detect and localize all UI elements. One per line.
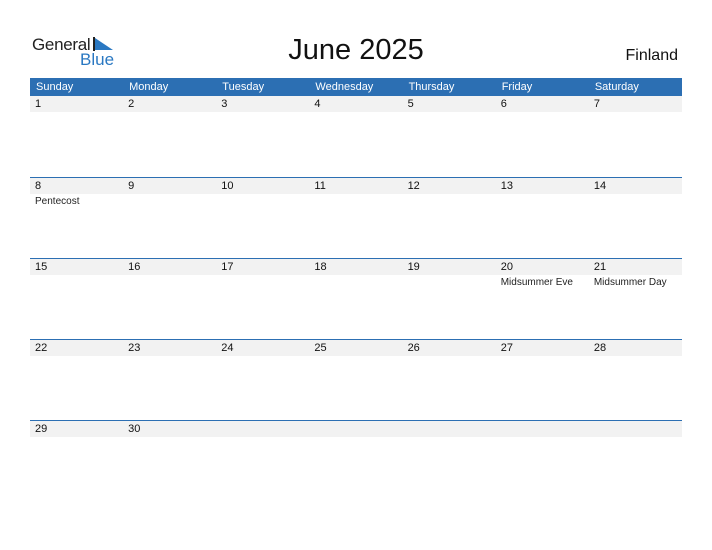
holiday-label bbox=[216, 275, 309, 288]
holiday-label bbox=[123, 112, 216, 114]
holiday-band: Midsummer Eve Midsummer Day bbox=[30, 275, 682, 288]
holiday-label bbox=[216, 194, 309, 207]
holiday-label bbox=[309, 112, 402, 114]
day-number: 16 bbox=[128, 261, 141, 273]
holiday-band bbox=[30, 437, 682, 439]
day-number bbox=[496, 421, 589, 437]
holiday-label bbox=[309, 194, 402, 207]
holiday-label bbox=[309, 437, 402, 439]
holiday-label bbox=[589, 112, 682, 114]
day-number: 23 bbox=[128, 342, 141, 354]
day-number: 4 bbox=[314, 98, 321, 110]
day-number: 8 bbox=[35, 180, 42, 192]
day-number: 7 bbox=[593, 98, 600, 110]
day-number bbox=[216, 421, 309, 437]
day-number: 13 bbox=[500, 180, 513, 192]
holiday-label: Midsummer Eve bbox=[500, 277, 573, 288]
calendar-grid: Sunday Monday Tuesday Wednesday Thursday… bbox=[30, 78, 682, 501]
holiday-label bbox=[123, 194, 216, 207]
holiday-label bbox=[403, 437, 496, 439]
holiday-label: Midsummer Day bbox=[593, 277, 667, 288]
day-number: 11 bbox=[314, 180, 326, 192]
country-label: Finland bbox=[625, 47, 678, 64]
weekday-tuesday: Tuesday bbox=[222, 81, 265, 93]
day-number: 19 bbox=[407, 261, 420, 273]
holiday-label bbox=[403, 112, 496, 114]
holiday-band bbox=[30, 356, 682, 358]
weekday-wednesday: Wednesday bbox=[315, 81, 374, 93]
holiday-label bbox=[403, 356, 496, 358]
day-number: 10 bbox=[221, 180, 234, 192]
holiday-label bbox=[496, 112, 589, 114]
day-number: 5 bbox=[407, 98, 414, 110]
holiday-label bbox=[123, 356, 216, 358]
day-number bbox=[309, 421, 402, 437]
day-number: 1 bbox=[35, 98, 42, 110]
week-row: 8 9 10 11 12 13 14 Pentecost bbox=[30, 177, 682, 258]
holiday-label bbox=[30, 437, 123, 439]
weekday-friday: Friday bbox=[501, 81, 533, 93]
holiday-label bbox=[30, 112, 123, 114]
holiday-label bbox=[216, 112, 309, 114]
day-number: 14 bbox=[593, 180, 607, 192]
day-number: 18 bbox=[314, 261, 327, 273]
weekday-sunday: Sunday bbox=[36, 81, 74, 93]
holiday-label bbox=[216, 356, 309, 358]
day-number: 3 bbox=[221, 98, 228, 110]
day-number: 22 bbox=[35, 342, 48, 354]
day-number: 29 bbox=[35, 423, 48, 435]
holiday-label bbox=[496, 194, 589, 207]
day-number: 20 bbox=[500, 261, 513, 273]
week-row: 15 16 17 18 19 20 21 Midsummer Eve Midsummer Day bbox=[30, 258, 682, 339]
day-number-band: 22 23 24 25 26 27 28 bbox=[30, 340, 682, 356]
day-number: 26 bbox=[407, 342, 420, 354]
day-number-band: 8 9 10 11 12 13 14 bbox=[30, 178, 682, 194]
day-number: 24 bbox=[221, 342, 234, 354]
holiday-label bbox=[123, 275, 216, 288]
holiday-label: Pentecost bbox=[35, 196, 80, 207]
week-row: 1 2 3 4 5 6 7 bbox=[30, 96, 682, 177]
day-number: 21 bbox=[593, 261, 607, 273]
weekday-saturday: Saturday bbox=[594, 81, 639, 93]
day-number-band: 29 30 bbox=[30, 421, 682, 437]
day-number: 25 bbox=[314, 342, 327, 354]
week-row: 29 30 bbox=[30, 420, 682, 501]
day-number-band: 1 2 3 4 5 6 7 bbox=[30, 96, 682, 112]
holiday-label bbox=[309, 275, 402, 288]
holiday-label bbox=[403, 194, 496, 207]
day-number: 17 bbox=[221, 261, 234, 273]
holiday-label bbox=[30, 275, 123, 288]
holiday-label bbox=[309, 356, 402, 358]
day-number: 9 bbox=[128, 180, 135, 192]
day-number-band: 15 16 17 18 19 20 21 bbox=[30, 259, 682, 275]
day-number: 15 bbox=[35, 261, 48, 273]
holiday-label bbox=[589, 437, 682, 439]
day-number: 27 bbox=[500, 342, 513, 354]
page-title: June 2025 bbox=[288, 34, 424, 66]
week-row: 22 23 24 25 26 27 28 bbox=[30, 339, 682, 420]
day-number: 6 bbox=[500, 98, 507, 110]
holiday-label bbox=[123, 437, 216, 439]
weekday-monday: Monday bbox=[129, 81, 169, 93]
holiday-label bbox=[496, 437, 589, 439]
day-number: 30 bbox=[128, 423, 141, 435]
day-number bbox=[403, 421, 496, 437]
day-number bbox=[589, 421, 682, 437]
day-number: 12 bbox=[407, 180, 420, 192]
holiday-label bbox=[30, 356, 123, 358]
holiday-label bbox=[589, 194, 682, 207]
holiday-label bbox=[403, 275, 496, 288]
holiday-band: Pentecost bbox=[30, 194, 682, 207]
holiday-label bbox=[216, 437, 309, 439]
weekday-header: Sunday Monday Tuesday Wednesday Thursday… bbox=[30, 78, 682, 96]
day-number: 28 bbox=[593, 342, 607, 354]
holiday-band bbox=[30, 112, 682, 114]
weekday-thursday: Thursday bbox=[408, 81, 455, 93]
holiday-label bbox=[496, 356, 589, 358]
day-number: 2 bbox=[128, 98, 135, 110]
holiday-label bbox=[589, 356, 682, 358]
